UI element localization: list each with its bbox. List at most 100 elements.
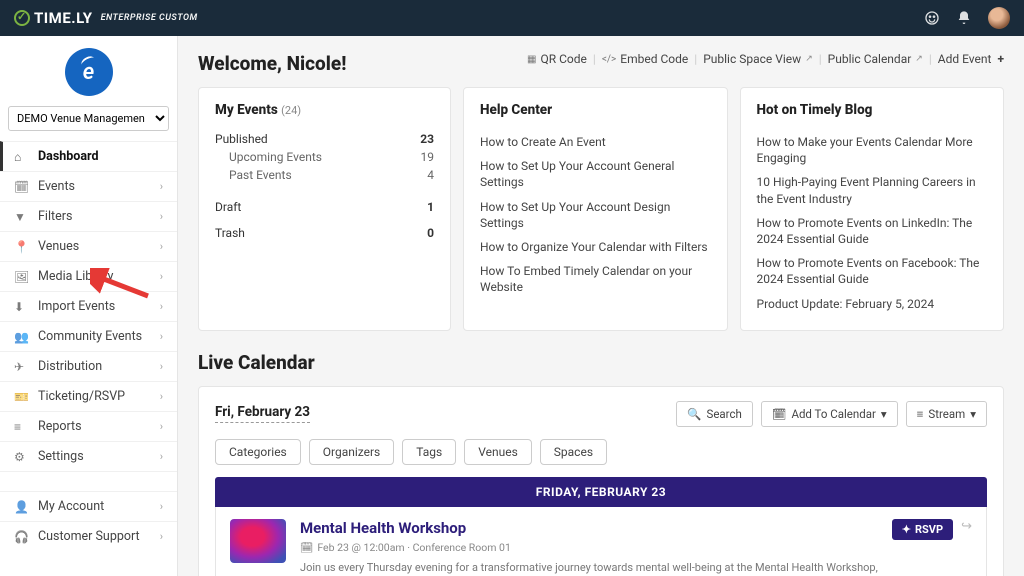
blog-link[interactable]: Product Update: February 5, 2024 xyxy=(757,292,988,316)
nav-icon: ⌂ xyxy=(14,150,28,164)
chevron-right-icon: › xyxy=(160,450,163,463)
draft-row[interactable]: Draft1 xyxy=(215,198,434,216)
public-calendar-link[interactable]: Public Calendar↗ xyxy=(828,52,923,66)
nav-label: Customer Support xyxy=(38,529,140,544)
help-link[interactable]: How to Set Up Your Account Design Settin… xyxy=(480,195,711,235)
help-link[interactable]: How to Create An Event xyxy=(480,130,711,154)
chevron-right-icon: › xyxy=(160,500,163,513)
trash-row[interactable]: Trash0 xyxy=(215,224,434,242)
sidebar-item-import-events[interactable]: ⬇Import Events› xyxy=(0,291,177,321)
sidebar-item-settings[interactable]: ⚙Settings› xyxy=(0,441,177,471)
help-center-card: Help Center How to Create An EventHow to… xyxy=(463,87,728,331)
bell-icon[interactable] xyxy=(956,10,972,26)
qr-code-link[interactable]: ▦QR Code xyxy=(527,52,587,66)
pill-spaces[interactable]: Spaces xyxy=(540,439,607,465)
sidebar-item-events[interactable]: 🗓 Events › xyxy=(0,171,177,201)
chevron-down-icon: ▾ xyxy=(881,407,887,421)
chevron-right-icon: › xyxy=(160,530,163,543)
event-title[interactable]: Mental Health Workshop xyxy=(300,519,878,537)
nav-icon: 👤 xyxy=(14,500,28,514)
sidebar-item-ticketing-rsvp[interactable]: 🎫Ticketing/RSVP› xyxy=(0,381,177,411)
add-to-calendar-button[interactable]: 🗓Add To Calendar▾ xyxy=(761,401,898,427)
external-icon: ↗ xyxy=(805,54,813,64)
blog-link[interactable]: How to Promote Events on Facebook: The 2… xyxy=(757,251,988,291)
sidebar-item-dashboard[interactable]: ⌂Dashboard xyxy=(0,141,177,171)
help-link[interactable]: How to Organize Your Calendar with Filte… xyxy=(480,235,711,259)
list-icon: ≡ xyxy=(917,407,924,421)
sidebar-item-media-library[interactable]: 🖼Media Library› xyxy=(0,261,177,291)
chevron-right-icon: › xyxy=(160,240,163,253)
embed-code-link[interactable]: </>Embed Code xyxy=(602,52,688,66)
my-events-card: My Events (24) Published23 Upcoming Even… xyxy=(198,87,451,331)
filter-pills: Categories Organizers Tags Venues Spaces xyxy=(215,439,987,465)
nav-label: Media Library xyxy=(38,269,113,284)
sidebar-item-my-account[interactable]: 👤 My Account › xyxy=(0,491,177,521)
pill-organizers[interactable]: Organizers xyxy=(309,439,395,465)
share-icon[interactable]: ↪ xyxy=(961,519,972,534)
chevron-right-icon: › xyxy=(160,270,163,283)
dashboard-cards: My Events (24) Published23 Upcoming Even… xyxy=(178,87,1024,331)
sidebar-item-distribution[interactable]: ✈Distribution› xyxy=(0,351,177,381)
event-card: Mental Health Workshop 🗓Feb 23 @ 12:00am… xyxy=(215,507,987,576)
sidebar-item-reports[interactable]: ≡Reports› xyxy=(0,411,177,441)
nav-icon: 🗓 xyxy=(14,180,28,194)
nav-icon: 🎫 xyxy=(14,390,28,404)
org-select[interactable]: DEMO Venue Managemen xyxy=(8,106,169,131)
search-button[interactable]: 🔍Search xyxy=(676,401,753,427)
help-link[interactable]: How To Embed Timely Calendar on your Web… xyxy=(480,259,711,299)
avatar[interactable] xyxy=(988,7,1010,29)
chevron-right-icon: › xyxy=(160,420,163,433)
ticket-icon: ✦ xyxy=(902,523,911,536)
blog-card: Hot on Timely Blog How to Make your Even… xyxy=(740,87,1005,331)
chevron-right-icon: › xyxy=(160,210,163,223)
sidebar: e DEMO Venue Managemen ⌂Dashboard 🗓 Events… xyxy=(0,36,178,576)
published-row[interactable]: Published23 xyxy=(215,130,434,148)
check-icon xyxy=(14,10,30,26)
event-meta: 🗓Feb 23 @ 12:00am · Conference Room 01 xyxy=(300,541,878,554)
upcoming-row[interactable]: Upcoming Events19 xyxy=(215,148,434,166)
org-logo-wrap: e xyxy=(0,36,177,106)
nav-icon: ⬇ xyxy=(14,300,28,314)
nav-label: Venues xyxy=(38,239,79,254)
nav-label: Reports xyxy=(38,419,82,434)
nav-label: Settings xyxy=(38,449,84,464)
nav-icon: ▼ xyxy=(14,210,28,224)
nav-label: Community Events xyxy=(38,329,142,344)
public-space-link[interactable]: Public Space View↗ xyxy=(703,52,813,66)
support-icon[interactable] xyxy=(924,10,940,26)
calendar-icon: 🗓 xyxy=(772,407,787,421)
rsvp-button[interactable]: ✦RSVP xyxy=(892,519,953,540)
event-image[interactable] xyxy=(230,519,286,563)
sidebar-item-filters[interactable]: ▼ Filters › xyxy=(0,201,177,231)
nav-label: Filters xyxy=(38,209,72,224)
qr-icon: ▦ xyxy=(527,54,536,65)
header-links: ▦QR Code | </>Embed Code | Public Space … xyxy=(527,52,1004,66)
add-event-link[interactable]: Add Event xyxy=(938,52,992,66)
sidebar-item-customer-support[interactable]: 🎧 Customer Support › xyxy=(0,521,177,551)
org-logo[interactable]: e xyxy=(65,48,113,96)
calendar-date[interactable]: Fri, February 23 xyxy=(215,404,310,423)
pill-categories[interactable]: Categories xyxy=(215,439,301,465)
past-row[interactable]: Past Events4 xyxy=(215,166,434,184)
sidebar-item-community-events[interactable]: 👥Community Events› xyxy=(0,321,177,351)
blog-title: Hot on Timely Blog xyxy=(757,102,988,118)
pill-tags[interactable]: Tags xyxy=(402,439,456,465)
blog-link[interactable]: 10 High-Paying Event Planning Careers in… xyxy=(757,170,988,210)
sidebar-item-venues[interactable]: 📍Venues› xyxy=(0,231,177,261)
nav-icon: ✈ xyxy=(14,360,28,374)
blog-link[interactable]: How to Promote Events on LinkedIn: The 2… xyxy=(757,211,988,251)
add-event-plus[interactable]: + xyxy=(997,52,1004,66)
calendar-day-header: FRIDAY, FEBRUARY 23 xyxy=(215,477,987,507)
nav-label: My Account xyxy=(38,499,104,514)
nav-label: Events xyxy=(38,179,75,194)
nav-icon: 🎧 xyxy=(14,530,28,544)
chevron-right-icon: › xyxy=(160,180,163,193)
blog-link[interactable]: How to Make your Events Calendar More En… xyxy=(757,130,988,170)
header: Welcome, Nicole! ▦QR Code | </>Embed Cod… xyxy=(178,36,1024,87)
brand-logo[interactable]: TIME.LY ENTERPRISE CUSTOM xyxy=(14,9,198,27)
pill-venues[interactable]: Venues xyxy=(464,439,532,465)
nav-icon: 👥 xyxy=(14,330,28,344)
help-link[interactable]: How to Set Up Your Account General Setti… xyxy=(480,154,711,194)
stream-button[interactable]: ≡Stream▾ xyxy=(906,401,987,427)
nav-label: Ticketing/RSVP xyxy=(38,389,125,404)
